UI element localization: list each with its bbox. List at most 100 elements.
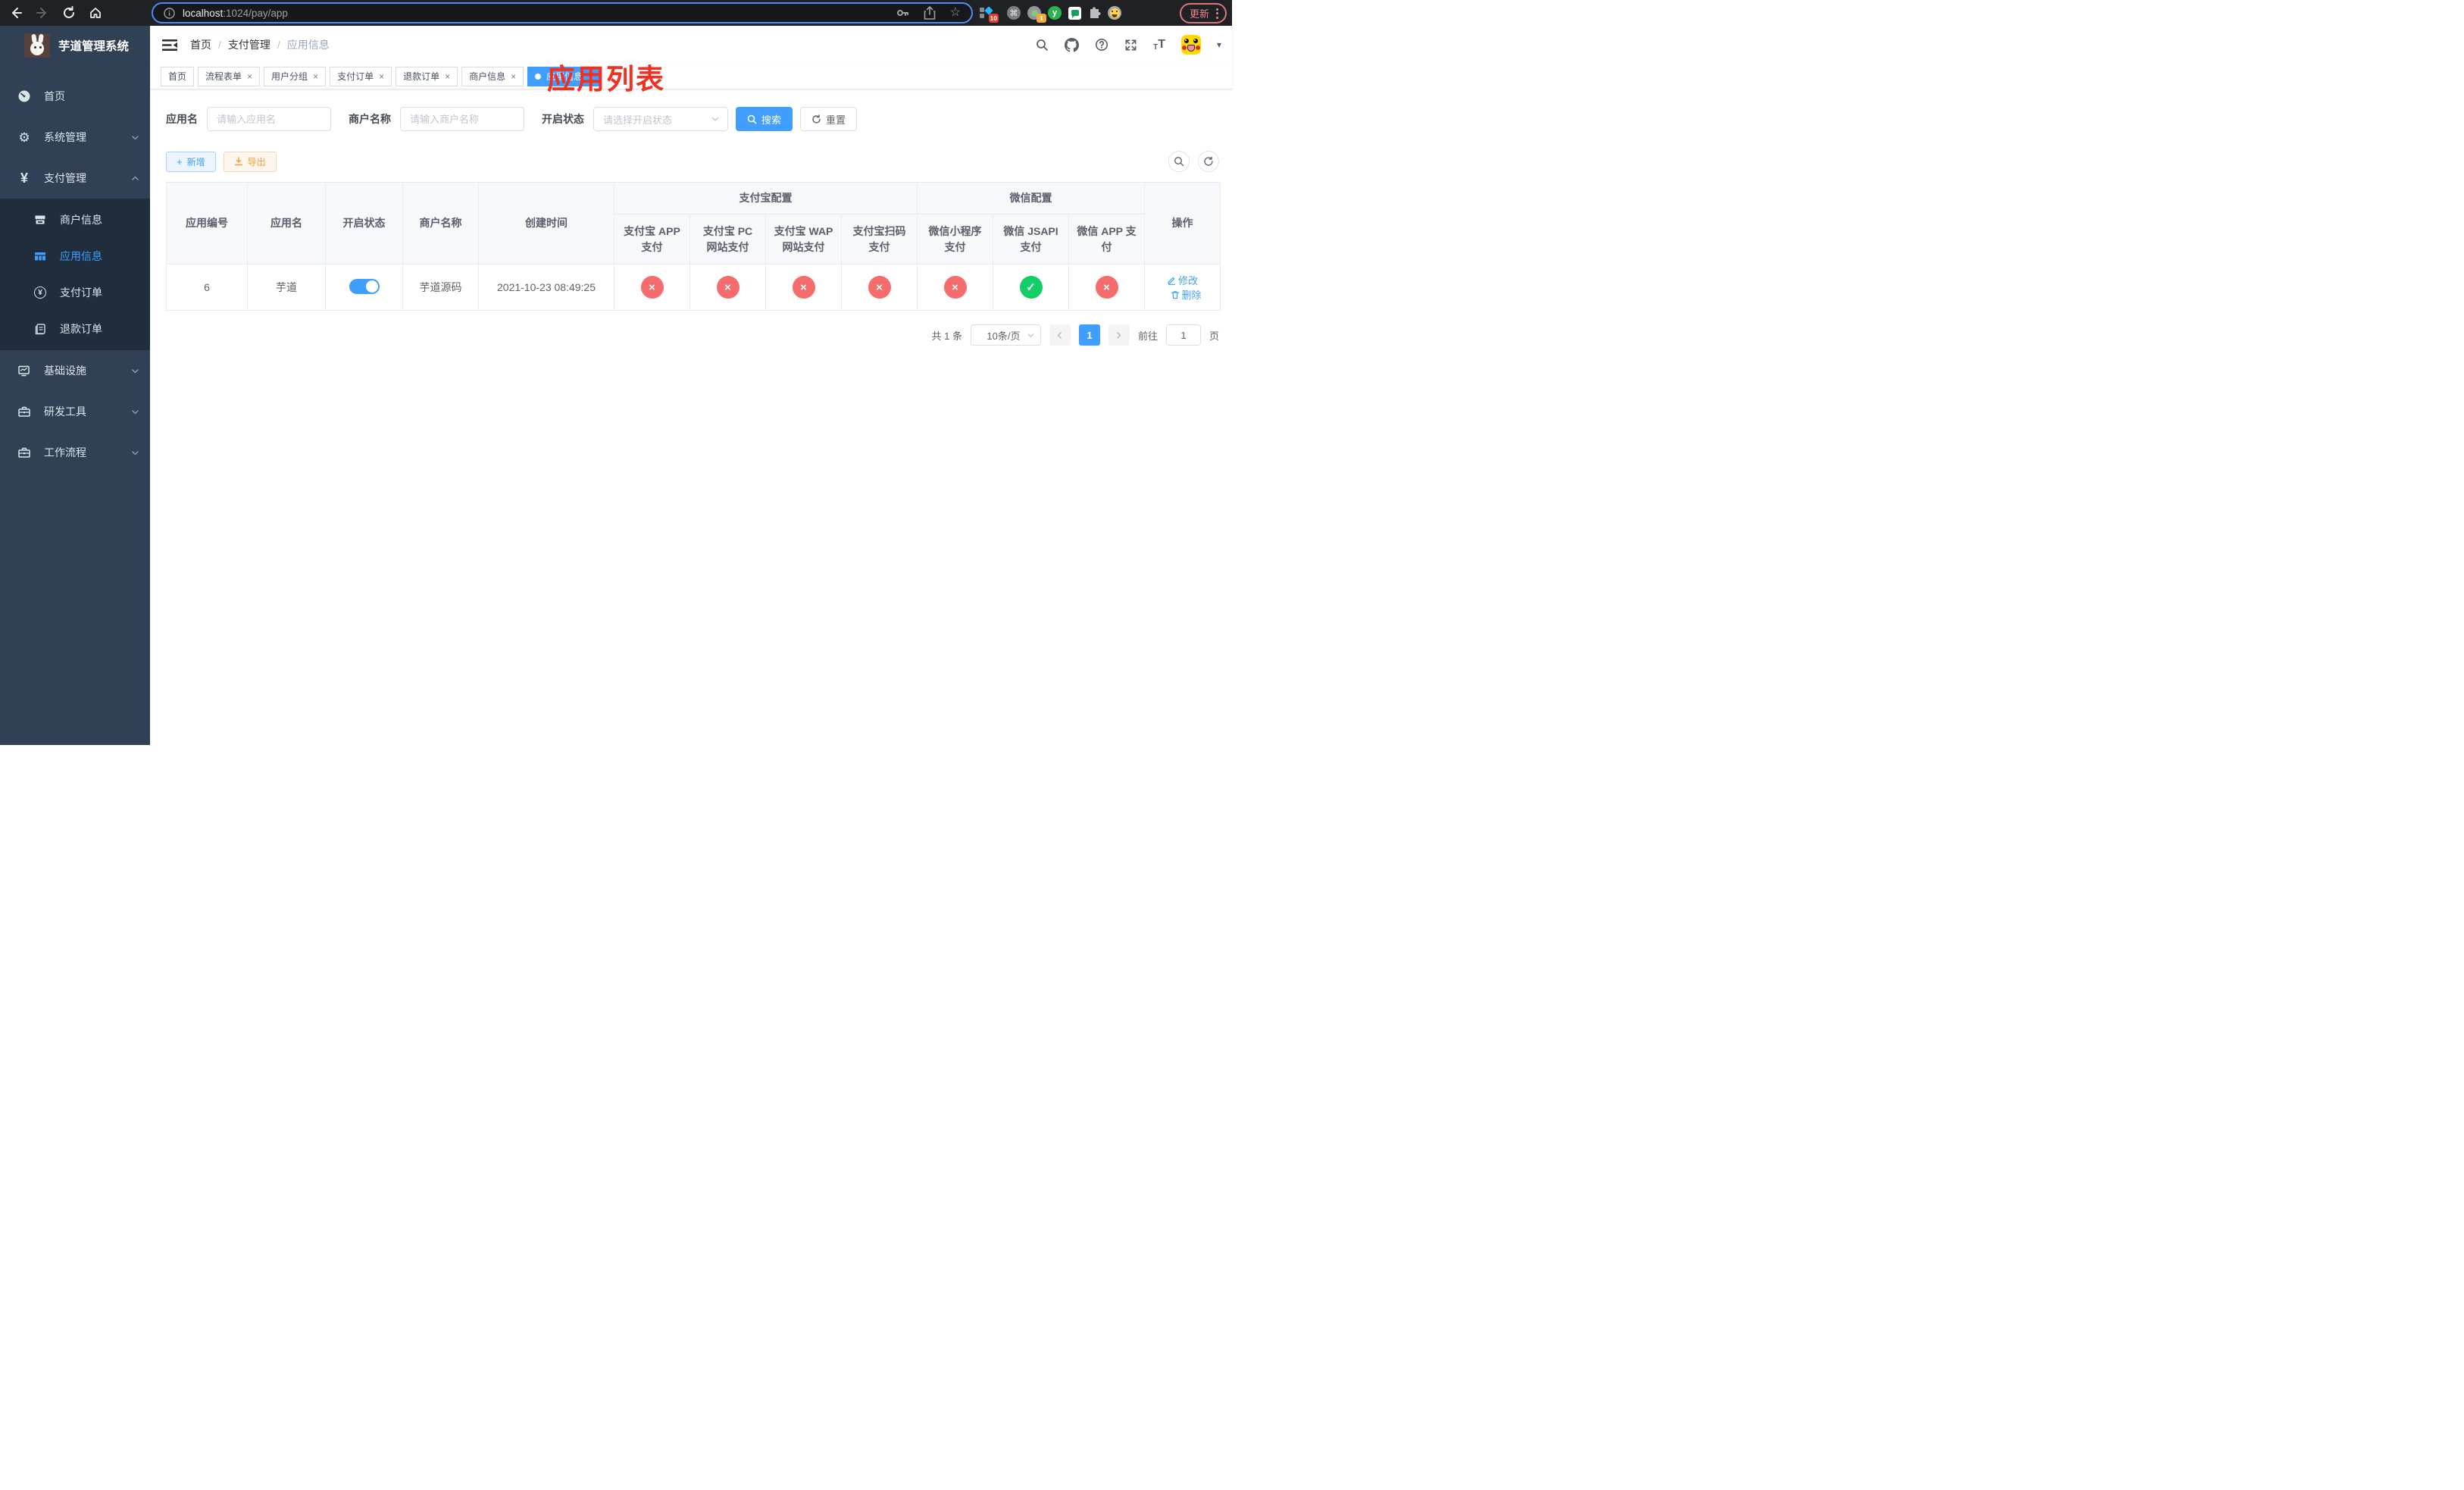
browser-menu-icon[interactable] [1216, 8, 1218, 19]
sidebar-collapse-icon[interactable] [162, 39, 177, 52]
cell-alipay-qr: × [841, 264, 918, 311]
delete-link[interactable]: 删除 [1171, 287, 1202, 302]
close-icon[interactable]: × [511, 72, 516, 81]
extensions-puzzle-icon[interactable] [1088, 7, 1101, 20]
sidebar-item-payment[interactable]: ¥ 支付管理 [0, 158, 150, 199]
breadcrumb-home[interactable]: 首页 [190, 37, 211, 52]
sidebar-item-label: 支付管理 [44, 172, 86, 184]
reset-button[interactable]: 重置 [800, 107, 858, 131]
tab-refund-orders[interactable]: 退款订单 × [396, 66, 458, 86]
fullscreen-icon[interactable] [1124, 39, 1137, 52]
extension-y-icon[interactable]: y [1048, 6, 1062, 20]
table-toolbar: + 新增 导出 [166, 151, 1219, 172]
sidebar-item-app-info[interactable]: 应用信息 [0, 238, 150, 274]
chevron-down-icon [131, 449, 139, 457]
extension-badge: 10 [988, 14, 999, 23]
config-status-icon: × [716, 276, 740, 299]
export-button[interactable]: 导出 [223, 151, 277, 172]
col-status: 开启状态 [325, 182, 403, 265]
col-wechat-jsapi: 微信 JSAPI 支付 [993, 214, 1069, 265]
chevron-down-icon [131, 408, 139, 416]
chevron-down-icon [131, 367, 139, 375]
tab-merchant-info[interactable]: 商户信息 × [461, 66, 524, 86]
extension-grid-icon[interactable]: 10 [980, 6, 999, 23]
page-number-1[interactable]: 1 [1078, 324, 1100, 346]
col-created: 创建时间 [478, 182, 614, 265]
user-avatar[interactable] [1180, 35, 1201, 55]
sidebar-item-label: 退款订单 [60, 323, 102, 335]
col-group-alipay: 支付宝配置 [614, 182, 918, 214]
extension-emoji-icon[interactable] [1108, 6, 1121, 20]
row-enabled-toggle[interactable] [349, 278, 380, 294]
sidebar-item-merchant-info[interactable]: 商户信息 [0, 202, 150, 238]
add-button[interactable]: + 新增 [166, 151, 216, 172]
cell-ops: 修改 删除 [1144, 264, 1221, 311]
app-name-input[interactable] [207, 107, 331, 131]
address-bar[interactable]: localhost:1024/pay/app ☆ [152, 2, 973, 23]
close-icon[interactable]: × [445, 72, 450, 81]
briefcase-icon [17, 446, 31, 459]
sidebar-item-label: 商户信息 [60, 214, 102, 226]
avatar-caret-icon[interactable]: ▾ [1217, 39, 1221, 50]
tab-label: 首页 [168, 71, 187, 82]
config-status-icon: × [1095, 276, 1118, 299]
show-search-button[interactable] [1168, 151, 1190, 172]
extension-command-icon[interactable]: ⌘ [1007, 6, 1021, 20]
sidebar-item-home[interactable]: 首页 [0, 76, 150, 117]
sidebar-item-dev-tools[interactable]: 研发工具 [0, 391, 150, 432]
font-size-icon[interactable]: TT [1153, 38, 1165, 52]
extension-recorder-icon[interactable]: 1 [1027, 6, 1046, 23]
page-size-select[interactable]: 10条/页 [970, 324, 1041, 346]
browser-reload-icon[interactable] [62, 6, 76, 20]
close-icon[interactable]: × [247, 72, 252, 81]
browser-home-icon[interactable] [89, 6, 102, 20]
sidebar-item-payment-orders[interactable]: ¥ 支付订单 [0, 274, 150, 311]
tab-payment-orders[interactable]: 支付订单 × [330, 66, 392, 86]
edit-link[interactable]: 修改 [1167, 273, 1198, 287]
filter-form: 应用名 商户名称 开启状态 请选择开启状态 搜索 重置 [166, 107, 1219, 131]
sidebar-item-label: 研发工具 [44, 405, 86, 418]
site-info-icon[interactable] [164, 7, 175, 19]
share-icon[interactable] [924, 6, 936, 20]
github-icon[interactable] [1065, 37, 1080, 52]
sidebar-item-workflow[interactable]: 工作流程 [0, 432, 150, 473]
tab-process-form[interactable]: 流程表单 × [198, 66, 261, 86]
breadcrumb-payment[interactable]: 支付管理 [228, 37, 270, 52]
extension-badge: 1 [1037, 14, 1046, 23]
next-page-button[interactable] [1108, 324, 1130, 346]
col-alipay-pc: 支付宝 PC 网站支付 [689, 214, 766, 265]
bookmark-star-icon[interactable]: ☆ [950, 7, 961, 19]
browser-forward-icon[interactable] [36, 6, 49, 20]
sidebar-item-infrastructure[interactable]: 基础设施 [0, 350, 150, 391]
search-icon[interactable] [1036, 39, 1049, 52]
merchant-name-input[interactable] [400, 107, 524, 131]
plus-icon: + [177, 155, 183, 167]
col-merchant: 商户名称 [402, 182, 479, 265]
goto-prefix: 前往 [1137, 330, 1158, 342]
search-button[interactable]: 搜索 [736, 107, 793, 131]
yen-circle-icon: ¥ [33, 286, 47, 299]
tab-home[interactable]: 首页 [161, 66, 195, 86]
storefront-icon [33, 213, 47, 227]
status-select[interactable]: 请选择开启状态 [593, 107, 728, 131]
password-key-icon[interactable] [896, 6, 909, 20]
merchant-name-label: 商户名称 [349, 113, 391, 125]
search-icon [747, 114, 757, 124]
chrome-update-button[interactable]: 更新 [1179, 3, 1227, 23]
cell-wechat-app: × [1068, 264, 1146, 311]
browser-back-icon[interactable] [9, 6, 23, 20]
sidebar-item-system[interactable]: ⚙ 系统管理 [0, 117, 150, 158]
breadcrumb: 首页 / 支付管理 / 应用信息 [190, 37, 330, 52]
close-icon[interactable]: × [379, 72, 384, 81]
extension-chat-icon[interactable] [1068, 6, 1081, 20]
sidebar-item-refund-orders[interactable]: 退款订单 [0, 311, 150, 347]
app-title: 芋道管理系统 [58, 40, 130, 53]
prev-page-button[interactable] [1049, 324, 1071, 346]
cell-app-name: 芋道 [247, 264, 326, 311]
refresh-table-button[interactable] [1198, 151, 1219, 172]
col-group-wechat: 微信配置 [916, 182, 1146, 214]
tab-user-group[interactable]: 用户分组 × [264, 66, 327, 86]
close-icon[interactable]: × [313, 72, 318, 81]
help-icon[interactable] [1095, 38, 1108, 52]
goto-page-input[interactable] [1165, 324, 1201, 346]
